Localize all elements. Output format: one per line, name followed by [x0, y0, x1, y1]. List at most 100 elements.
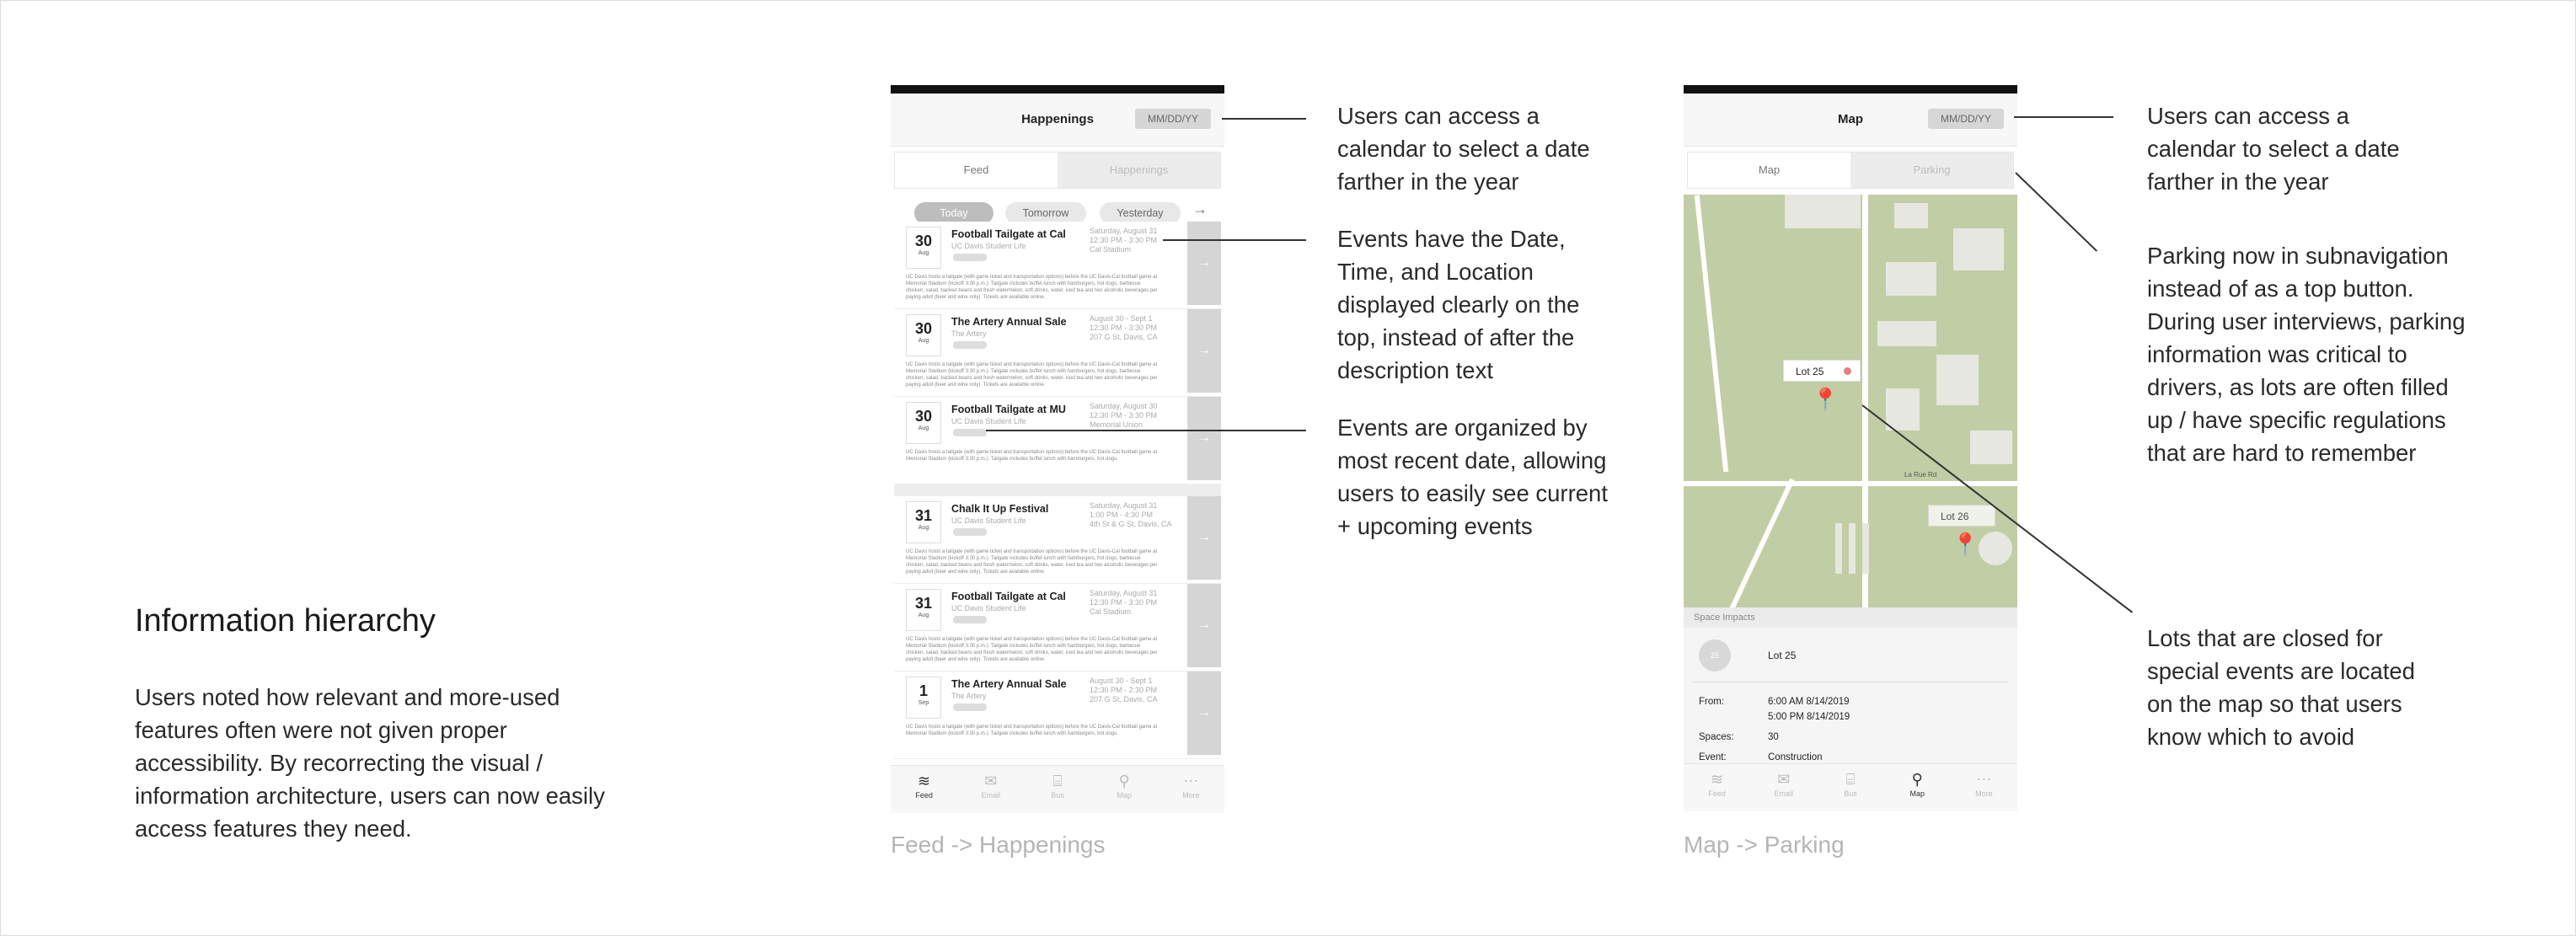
- map-pin-icon[interactable]: 📍: [1812, 387, 1839, 413]
- event-description: UC Davis hosts a tailgate (with game tic…: [906, 450, 1158, 462]
- chevron-right-icon: →: [1197, 430, 1211, 445]
- lot-label-text: Lot 25: [1796, 366, 1824, 377]
- tab-email[interactable]: ✉ Email: [1750, 764, 1817, 811]
- building: [1877, 321, 1936, 346]
- tab-feed[interactable]: ≋ Feed: [891, 766, 957, 813]
- road: [1694, 195, 1729, 473]
- event-open-button[interactable]: →: [1187, 309, 1221, 393]
- tab-label: Feed: [1708, 789, 1726, 798]
- event-card[interactable]: 30 Aug Football Tailgate at Cal UC Davis St…: [894, 222, 1221, 309]
- event-open-button[interactable]: →: [1187, 222, 1221, 305]
- tab-parking[interactable]: Parking: [1850, 152, 2013, 188]
- connector-line: [986, 430, 1306, 431]
- tab-label: Map: [1117, 791, 1132, 800]
- tab-more[interactable]: ⋯ More: [1158, 766, 1224, 813]
- tab-feed[interactable]: ≋ Feed: [1684, 764, 1750, 811]
- event-date-box: 30 Aug: [906, 314, 941, 356]
- tab-label: Map: [1909, 789, 1925, 798]
- event-date-box: 30 Aug: [906, 402, 941, 444]
- event-tag: [953, 341, 987, 349]
- event-day: 31: [914, 595, 933, 612]
- annotation-parking: Parking now in subnavigation instead of …: [2147, 243, 2466, 466]
- tab-happenings[interactable]: Happenings: [1058, 152, 1220, 188]
- event-description: UC Davis hosts a tailgate (with game tic…: [906, 275, 1158, 300]
- status-bar: [891, 85, 1224, 94]
- building: [1936, 355, 1979, 405]
- list-separator: [894, 484, 1221, 496]
- event-month: Sep: [918, 700, 929, 706]
- tab-more[interactable]: ⋯ More: [1951, 764, 2017, 811]
- event-month: Aug: [918, 525, 929, 531]
- more-icon: ⋯: [1183, 773, 1199, 789]
- bus-icon: ⌸: [1052, 773, 1063, 789]
- map-pin-icon[interactable]: 📍: [1952, 532, 1979, 558]
- event-tag: [953, 429, 987, 436]
- event-tag: [953, 616, 987, 623]
- road: [1729, 478, 1795, 607]
- tab-email[interactable]: ✉ Email: [957, 766, 1024, 813]
- connector-line: [2014, 116, 2113, 118]
- tab-bar: ≋ Feed ✉ Email ⌸ Bus ⚲ Map ⋯ More: [891, 765, 1224, 813]
- event-card[interactable]: 1 Sep The Artery Annual Sale The Artery Augu…: [894, 671, 1221, 759]
- event-open-button[interactable]: →: [1187, 496, 1221, 580]
- chevron-right-icon: →: [1197, 617, 1211, 632]
- building: [1849, 523, 1856, 574]
- building: [1953, 228, 2004, 270]
- event-open-button[interactable]: →: [1187, 671, 1221, 755]
- arrow-right-icon[interactable]: →: [1192, 201, 1208, 218]
- event-meta: August 30 - Sept 1 12:30 PM - 3:30 PM 20…: [1090, 314, 1158, 341]
- lot-avatar: 25: [1699, 639, 1731, 671]
- event-meta: August 30 - Sept 1 12:30 PM - 2:30 PM 20…: [1090, 677, 1158, 703]
- nav-bar: Happenings MM/DD/YY: [891, 94, 1224, 147]
- event-open-button[interactable]: →: [1187, 397, 1221, 480]
- happenings-phone: Happenings MM/DD/YY Feed Happenings Toda…: [891, 85, 1224, 813]
- event-description: UC Davis hosts a tailgate (with game tic…: [906, 362, 1158, 388]
- event-open-button[interactable]: →: [1187, 584, 1221, 667]
- event-organizer: UC Davis Student Life: [951, 417, 1026, 425]
- event-date-box: 31 Aug: [906, 501, 941, 543]
- from-end: 5:00 PM 8/14/2019: [1768, 712, 1850, 722]
- event-card[interactable]: 30 Aug Football Tailgate at MU UC Davis Stu…: [894, 397, 1221, 484]
- event-day: 30: [914, 320, 933, 337]
- event-month: Aug: [918, 338, 929, 344]
- from-label: From:: [1699, 697, 1725, 707]
- event-date-box: 30 Aug: [906, 227, 941, 269]
- tab-label: Email: [981, 791, 1001, 800]
- tab-map[interactable]: ⚲ Map: [1884, 764, 1951, 811]
- tab-feed[interactable]: Feed: [895, 152, 1058, 188]
- spaces-value: 30: [1768, 732, 1779, 742]
- closed-dot: [1844, 367, 1851, 375]
- tab-map[interactable]: Map: [1688, 152, 1850, 188]
- building: [1785, 195, 1861, 228]
- from-start: 6:00 AM 8/14/2019: [1768, 697, 1850, 707]
- lot-label[interactable]: Lot 26: [1928, 505, 1995, 527]
- date-picker-button[interactable]: MM/DD/YY: [1928, 109, 2004, 129]
- event-tag: [953, 703, 987, 711]
- event-card[interactable]: 30 Aug The Artery Annual Sale The Artery Aug…: [894, 309, 1221, 397]
- event-meta: Saturday, August 31 12:30 PM - 3:30 PM C…: [1090, 227, 1158, 254]
- space-impacts-header: Space Impacts: [1684, 607, 2017, 628]
- lot-label[interactable]: Lot 25: [1783, 360, 1861, 382]
- tab-bus[interactable]: ⌸ Bus: [1024, 766, 1090, 813]
- spaces-label: Spaces:: [1699, 732, 1734, 742]
- tab-label: Bus: [1844, 789, 1857, 798]
- building: [1979, 532, 2012, 565]
- event-title: Chalk It Up Festival: [951, 503, 1049, 515]
- tab-label: More: [1975, 789, 1993, 798]
- chevron-right-icon: →: [1197, 254, 1211, 270]
- lot-name: Lot 25: [1768, 650, 1797, 661]
- event-organizer: UC Davis Student Life: [951, 516, 1026, 525]
- event-card[interactable]: 31 Aug Chalk It Up Festival UC Davis Studen…: [894, 496, 1221, 584]
- status-bar: [1684, 85, 2017, 94]
- campus-map[interactable]: La Rue Rd Lot 25 📍 Lot 26 📍: [1684, 195, 2017, 607]
- tab-bus[interactable]: ⌸ Bus: [1817, 764, 1883, 811]
- event-tag: [953, 528, 987, 536]
- date-picker-button[interactable]: MM/DD/YY: [1135, 109, 1211, 129]
- building: [1886, 262, 1936, 296]
- event-organizer: UC Davis Student Life: [951, 242, 1026, 250]
- tab-map[interactable]: ⚲ Map: [1091, 766, 1158, 813]
- event-list: 30 Aug Football Tailgate at Cal UC Davis St…: [894, 222, 1221, 759]
- event-organizer: The Artery: [951, 329, 987, 338]
- event-meta: Saturday, August 31 12:30 PM - 3:30 PM C…: [1090, 589, 1158, 616]
- event-card[interactable]: 31 Aug Football Tailgate at Cal UC Davis St…: [894, 584, 1221, 671]
